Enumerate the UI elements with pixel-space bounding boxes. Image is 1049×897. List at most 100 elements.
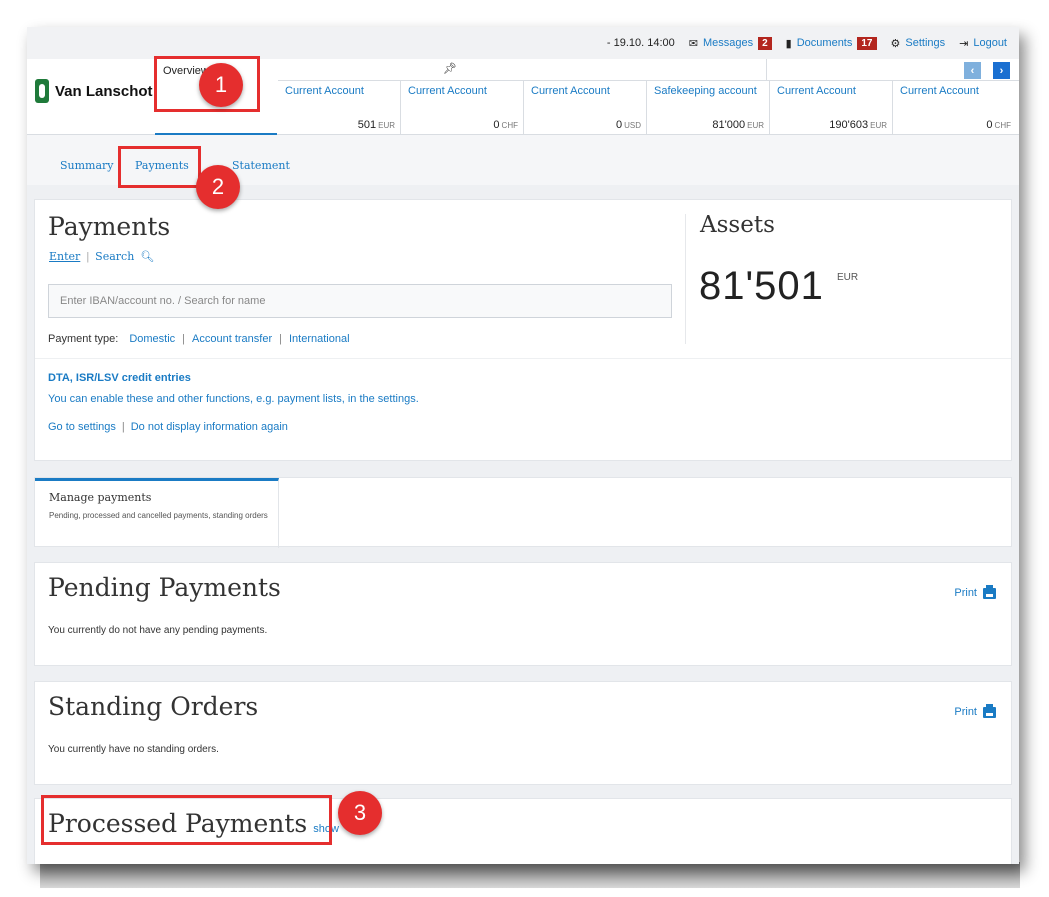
account-balance: 81'000 EUR [712,119,764,131]
pending-payments-panel: Pending Payments Print You currently do … [34,562,1012,666]
messages-badge: 2 [758,36,772,50]
pin-icon[interactable]: 📌︎ [443,62,457,75]
assets-currency: EUR [837,272,859,283]
step-marker-2: 2 [196,165,240,209]
documents-link[interactable]: ▮ Documents 17 [786,36,877,50]
manage-payments-description: Pending, processed and cancelled payment… [49,511,268,520]
payments-panel: Payments Enter | Search 🔍︎ Payment type:… [34,199,1012,461]
domestic-link[interactable]: Domestic [129,333,175,345]
account-amount: 501 [357,119,377,131]
payment-type-label: Payment type: [48,333,119,345]
pending-payments-title: Pending Payments [48,573,281,602]
payments-title: Payments [48,212,171,241]
print-label: Print [954,706,977,718]
mode-enter-link[interactable]: Enter [49,250,80,263]
brand-logo[interactable]: Van Lanschot [35,79,153,103]
account-name: Current Account [285,85,364,97]
next-accounts-button[interactable]: › [993,62,1010,79]
step-marker-1: 1 [199,63,243,107]
brand-name: Van Lanschot [55,82,153,100]
account-name: Current Account [900,85,979,97]
separator: | [121,421,125,433]
account-transfer-link[interactable]: Account transfer [192,333,272,345]
datetime: - 19.10. 14:00 [606,37,675,49]
highlight-payments-tab [118,146,201,188]
account-name: Current Account [408,85,487,97]
standing-orders-title: Standing Orders [48,692,259,721]
account-card[interactable]: Current Account 501 EUR [278,81,401,135]
account-currency: CHF [501,121,518,130]
settings-link[interactable]: ⚙ Settings [891,37,946,50]
standing-print-button[interactable]: Print [954,703,996,718]
account-currency: CHF [994,121,1011,130]
brand-mark-icon [35,79,49,103]
account-amount: 0 [615,119,623,131]
pending-payments-text: You currently do not have any pending pa… [48,625,268,636]
account-card[interactable]: Safekeeping account 81'000 EUR [647,81,770,135]
logout-icon: ⇥ [959,37,969,50]
tab-statement[interactable]: Statement [232,159,290,172]
search-icon[interactable]: 🔍︎ [140,250,154,263]
printer-icon [983,584,996,599]
account-card[interactable]: Current Account 0 CHF [893,81,1016,135]
accounts-nav: 📌︎ ‹ › [278,59,1019,81]
do-not-display-link[interactable]: Do not display information again [131,421,288,433]
account-balance: 0 CHF [986,119,1011,131]
gear-icon: ⚙ [890,37,901,50]
printer-icon [983,703,996,718]
mode-search-link[interactable]: Search [95,250,134,263]
account-list: Current Account 501 EUR Current Account 0… [278,81,1019,135]
account-currency: USD [624,121,641,130]
documents-label: Documents [796,37,853,49]
accounts-strip: 📌︎ ‹ › Current Account 501 EUR Current Ac… [278,59,1019,135]
step-marker-3: 3 [338,791,382,835]
tab-summary[interactable]: Summary [60,159,114,172]
account-amount: 81'000 [712,119,746,131]
account-name: Current Account [531,85,610,97]
previous-accounts-button[interactable]: ‹ [964,62,981,79]
divider [35,358,1011,359]
print-label: Print [954,587,977,599]
divider [766,59,767,81]
account-balance: 0 CHF [493,119,518,131]
account-card[interactable]: Current Account 190'603 EUR [770,81,893,135]
pending-print-button[interactable]: Print [954,584,996,599]
separator: | [182,333,186,345]
manage-payments-title: Manage payments [49,491,152,504]
account-balance: 190'603 EUR [829,119,887,131]
divider [685,214,686,344]
standing-orders-panel: Standing Orders Print You currently have… [34,681,1012,785]
account-amount: 0 [493,119,500,131]
frame-shadow [40,862,1020,888]
messages-label: Messages [702,37,754,49]
account-currency: EUR [747,121,764,130]
envelope-icon: ✉ [688,37,698,50]
account-card[interactable]: Current Account 0 USD [524,81,647,135]
documents-badge: 17 [857,36,877,50]
account-currency: EUR [870,121,887,130]
logout-label: Logout [973,37,1007,49]
account-name: Safekeeping account [654,85,757,97]
assets-title: Assets [700,212,775,238]
settings-label: Settings [905,37,946,49]
international-link[interactable]: International [289,333,350,345]
separator: | [279,333,282,345]
account-balance: 0 USD [616,119,641,131]
standing-orders-text: You currently have no standing orders. [48,744,219,755]
dta-info-title[interactable]: DTA, ISR/LSV credit entries [48,372,191,384]
account-card[interactable]: Current Account 0 CHF [401,81,524,135]
account-name: Current Account [777,85,856,97]
payment-type-row: Payment type: Domestic | Account transfe… [48,333,350,345]
iban-search-input[interactable] [48,284,672,318]
go-to-settings-link[interactable]: Go to settings [48,421,116,433]
tab-manage-payments[interactable]: Manage payments Pending, processed and c… [35,478,279,548]
logout-link[interactable]: ⇥ Logout [959,37,1007,50]
account-balance: 501 EUR [358,119,395,131]
payment-mode-switch: Enter | Search 🔍︎ [49,250,154,263]
separator: | [86,250,90,263]
highlight-processed-payments [41,795,332,845]
account-amount: 190'603 [829,119,869,131]
top-bar: - 19.10. 14:00 ✉ Messages 2 ▮ Documents … [27,27,1019,59]
messages-link[interactable]: ✉ Messages 2 [688,36,772,50]
dta-info-text: You can enable these and other functions… [48,393,419,405]
